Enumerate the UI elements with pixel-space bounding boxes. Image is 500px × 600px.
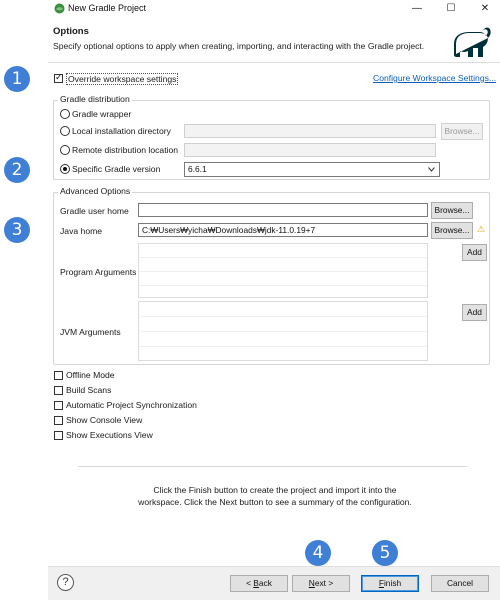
finish-button[interactable]: Finish [361, 575, 419, 592]
auto-sync-checkbox[interactable] [54, 401, 63, 410]
page-title: Options [53, 26, 89, 37]
program-arguments-row-line [139, 271, 427, 272]
specific-version-label[interactable]: Specific Gradle version [72, 164, 160, 174]
show-console-label[interactable]: Show Console View [66, 415, 142, 425]
gradle-wrapper-label[interactable]: Gradle wrapper [72, 109, 131, 119]
build-scans-label[interactable]: Build Scans [66, 385, 111, 395]
program-arguments-add-button[interactable]: Add [462, 244, 487, 261]
jvm-arguments-add-button[interactable]: Add [462, 304, 487, 321]
jvm-arguments-row-line [139, 346, 427, 347]
callout-3: 3 [4, 217, 30, 243]
cancel-button[interactable]: Cancel [431, 575, 489, 592]
gradle-elephant-icon [454, 27, 491, 57]
chevron-down-icon [428, 167, 435, 172]
jvm-arguments-label: JVM Arguments [60, 327, 121, 337]
gradle-user-home-label: Gradle user home [60, 206, 129, 216]
window-title: New Gradle Project [68, 3, 147, 13]
program-arguments-label: Program Arguments [60, 267, 137, 277]
auto-sync-label[interactable]: Automatic Project Synchronization [66, 400, 197, 410]
program-arguments-list[interactable] [138, 243, 428, 298]
gradle-wrapper-radio[interactable] [60, 109, 70, 119]
next-rest: ext > [314, 578, 334, 588]
back-button[interactable]: < Back [230, 575, 288, 592]
show-executions-checkbox[interactable] [54, 431, 63, 440]
build-scans-checkbox[interactable] [54, 386, 63, 395]
specific-version-radio[interactable] [60, 164, 70, 174]
jvm-arguments-row-line [139, 316, 427, 317]
maximize-button[interactable]: ☐ [438, 1, 464, 17]
remote-distribution-radio[interactable] [60, 145, 70, 155]
offline-mode-label[interactable]: Offline Mode [66, 370, 115, 380]
local-installation-browse-button: Browse... [441, 123, 483, 140]
gradle-user-home-input[interactable] [138, 203, 428, 217]
callout-5: 5 [372, 540, 398, 566]
warning-icon: ⚠ [477, 224, 486, 234]
override-workspace-label[interactable]: Override workspace settings [66, 73, 179, 85]
java-home-input[interactable]: C:₩Users₩yicha₩Downloads₩jdk-11.0.19+7 [138, 223, 428, 237]
java-home-label: Java home [60, 226, 103, 236]
program-arguments-row-line [139, 257, 427, 258]
page-description: Specify optional options to apply when c… [53, 41, 425, 51]
header-separator [48, 62, 500, 63]
minimize-button[interactable]: — [404, 1, 430, 17]
gradle-eclipse-icon [54, 3, 65, 14]
gradle-distribution-title: Gradle distribution [58, 94, 132, 104]
jvm-arguments-list[interactable] [138, 301, 428, 361]
java-home-browse-button[interactable]: Browse... [431, 222, 473, 239]
finish-info-line-2: workspace. Click the Next button to see … [138, 497, 412, 507]
configure-workspace-link[interactable]: Configure Workspace Settings... [373, 73, 496, 83]
program-arguments-row-line [139, 285, 427, 286]
local-installation-field [184, 124, 436, 138]
finish-info-line-1: Click the Finish button to create the pr… [153, 485, 397, 495]
override-workspace-checkbox[interactable] [54, 72, 63, 83]
callout-4: 4 [305, 540, 331, 566]
gradle-version-value: 6.6.1 [188, 164, 207, 174]
close-button[interactable]: ✕ [472, 1, 498, 17]
callout-1: 1 [4, 66, 30, 92]
finish-rest: inish [383, 578, 402, 588]
jvm-arguments-row-line [139, 331, 427, 332]
callout-2: 2 [4, 157, 30, 183]
back-rest: ack [258, 578, 272, 588]
remote-distribution-field [184, 143, 436, 157]
local-installation-label[interactable]: Local installation directory [72, 126, 171, 136]
content-divider [78, 466, 467, 467]
help-icon[interactable]: ? [57, 574, 74, 591]
next-button[interactable]: Next > [292, 575, 350, 592]
offline-mode-checkbox[interactable] [54, 371, 63, 380]
finish-info-text: Click the Finish button to create the pr… [105, 484, 445, 508]
gradle-user-home-browse-button[interactable]: Browse... [431, 202, 473, 219]
local-installation-radio[interactable] [60, 126, 70, 136]
show-executions-label[interactable]: Show Executions View [66, 430, 153, 440]
gradle-version-select[interactable]: 6.6.1 [184, 162, 440, 177]
advanced-options-title: Advanced Options [58, 186, 133, 196]
remote-distribution-label[interactable]: Remote distribution location [72, 145, 178, 155]
show-console-checkbox[interactable] [54, 416, 63, 425]
